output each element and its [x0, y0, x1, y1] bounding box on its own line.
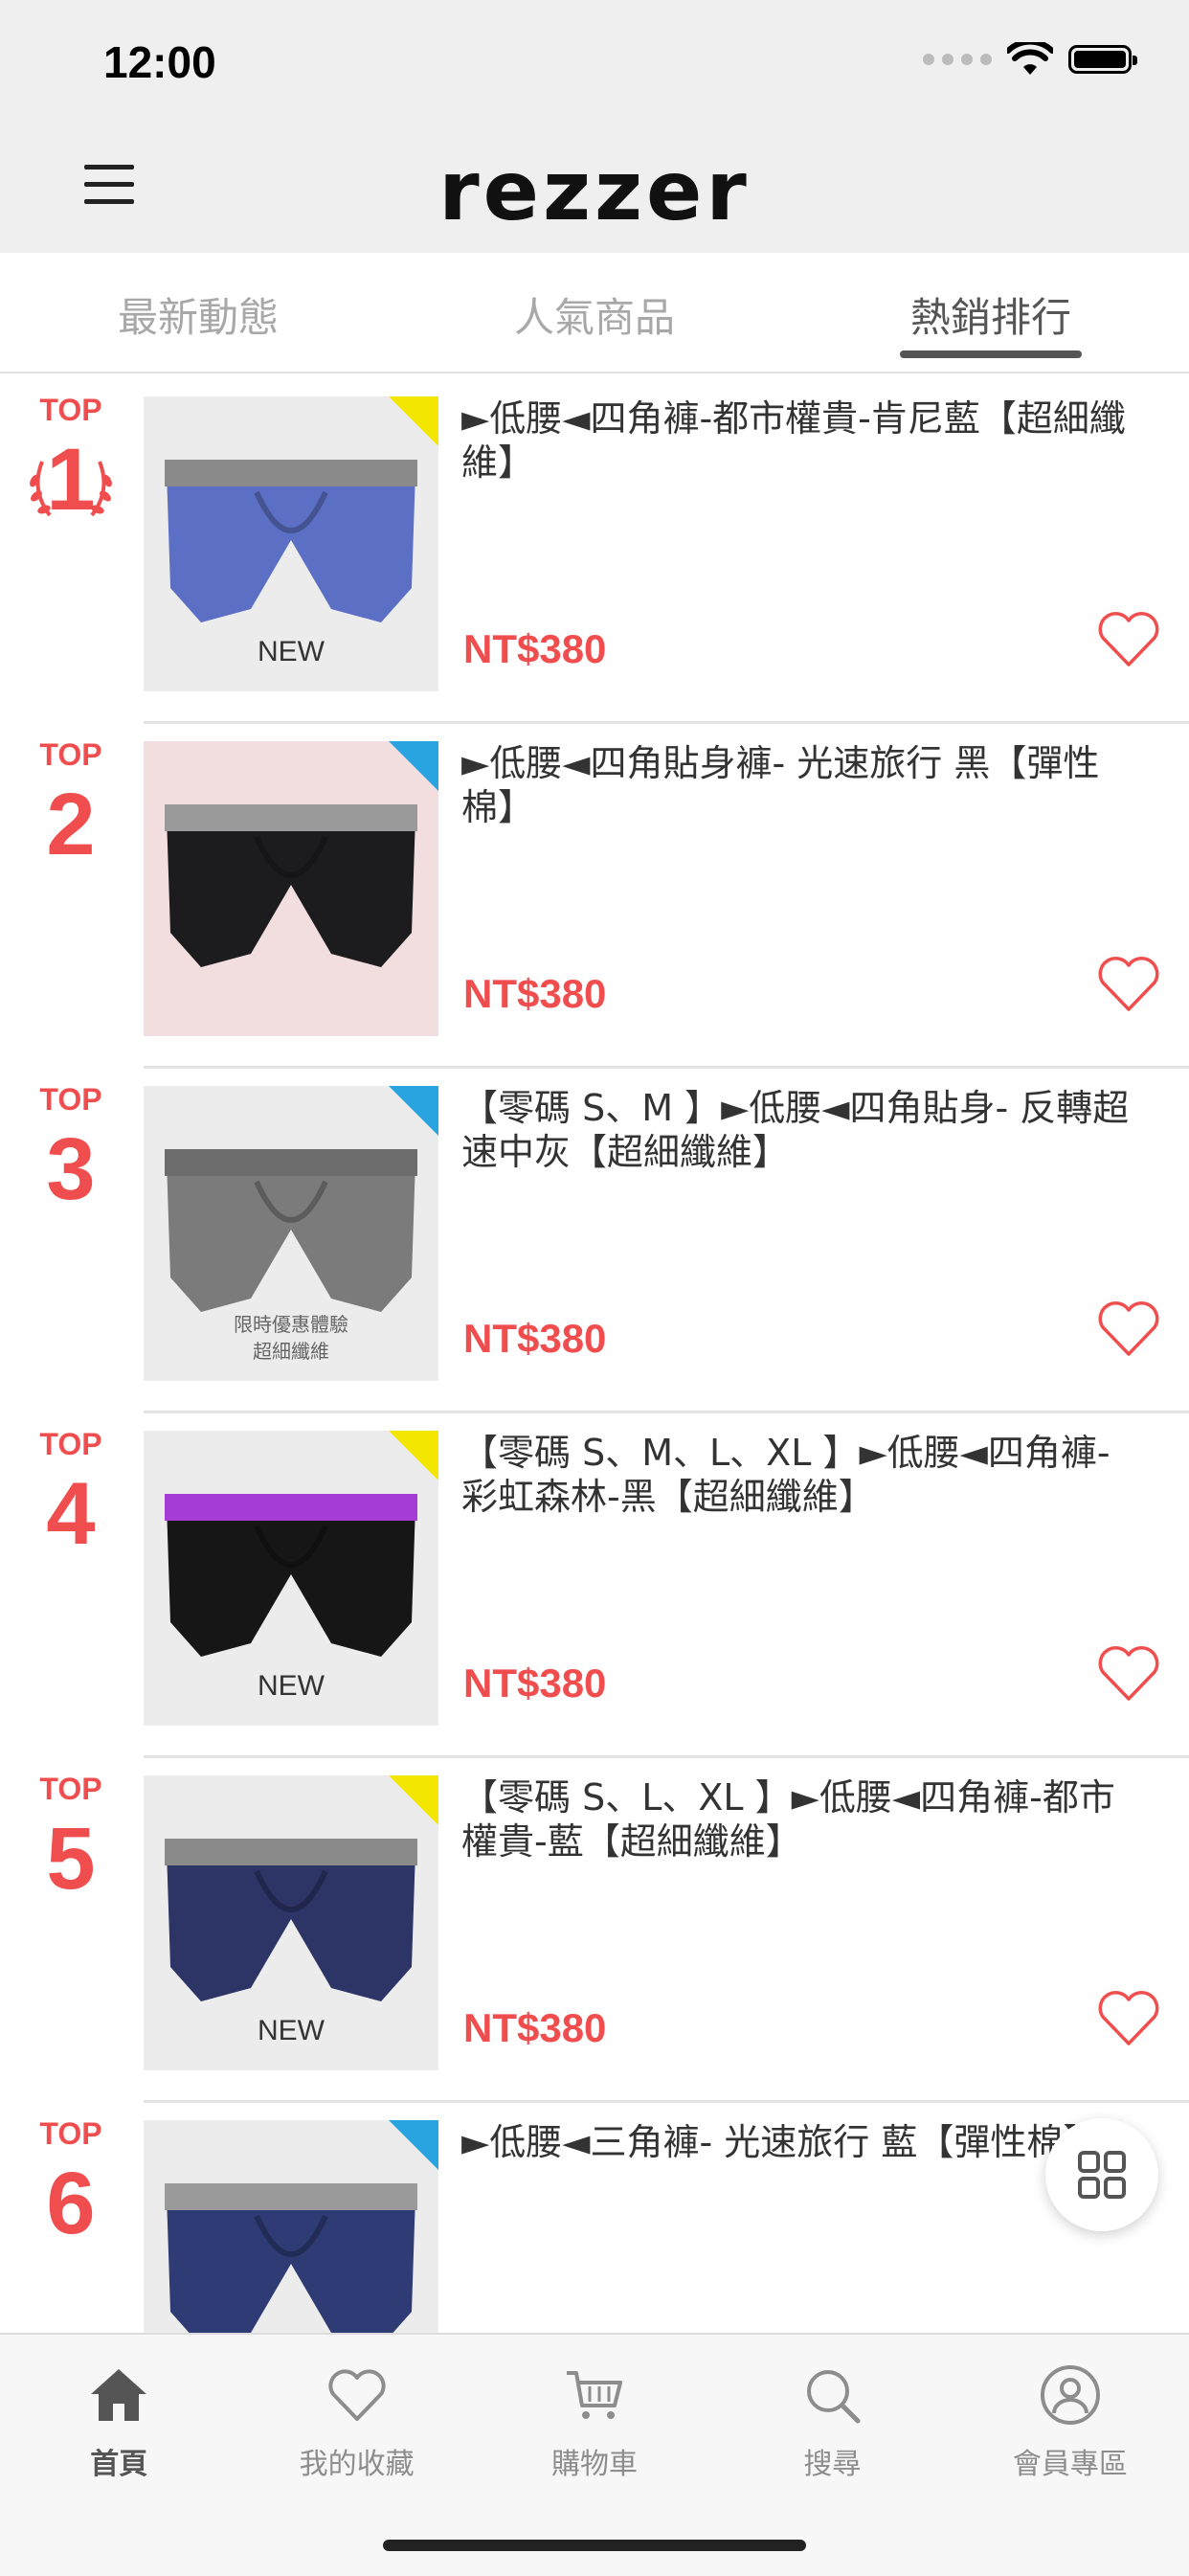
favorite-heart-icon[interactable]: [1095, 609, 1162, 670]
rank-number: 2: [46, 776, 96, 873]
nav-member[interactable]: 會員專區: [952, 2335, 1189, 2482]
home-indicator: [383, 2540, 806, 2551]
grid-icon: [1078, 2151, 1126, 2199]
nav-home[interactable]: 首頁: [0, 2335, 237, 2482]
search-icon: [807, 2370, 861, 2424]
product-title[interactable]: 【零碼 S、M 】►低腰◄四角貼身- 反轉超速中灰【超細纖維】: [461, 1086, 1132, 1174]
rank-badge: TOP 6: [21, 2116, 121, 2251]
favorite-heart-icon[interactable]: [1095, 954, 1162, 1015]
rank-badge: TOP 2: [21, 737, 121, 872]
cart-icon: [567, 2371, 623, 2419]
tab-bestseller[interactable]: 熱銷排行: [793, 253, 1189, 372]
product-title[interactable]: 【零碼 S、L、XL 】►低腰◄四角褲-都市權貴-藍【超細纖維】: [461, 1775, 1132, 1864]
rank-prefix: TOP: [39, 1427, 102, 1461]
rank-badge: TOP 5: [21, 1772, 121, 1907]
nav-search[interactable]: 搜尋: [713, 2335, 951, 2482]
new-badge: NEW: [258, 636, 325, 667]
rank-badge: TOP 1: [21, 393, 121, 528]
bottom-tab-bar: 首頁 我的收藏 購物車 搜尋 會員專區: [0, 2333, 1189, 2576]
signal-icon: [923, 54, 992, 65]
product-image[interactable]: NEW: [144, 396, 438, 691]
user-icon: [1040, 2365, 1100, 2425]
product-row[interactable]: TOP 5 NEW 【零碼 S、L、XL 】►低腰◄四角褲-都市權貴-藍【超細纖…: [0, 1758, 1189, 2103]
rank-number: 3: [46, 1120, 96, 1218]
rank-badge: TOP 3: [21, 1082, 121, 1217]
category-tabs: 最新動態 人氣商品 熱銷排行: [0, 253, 1189, 373]
product-image[interactable]: 限時優惠體驗 超細纖維: [144, 1086, 438, 1381]
product-row[interactable]: TOP 2 ►低腰◄四角貼身褲- 光速旅行 黑【彈性棉】 NT$380: [0, 724, 1189, 1069]
product-image[interactable]: [144, 741, 438, 1036]
nav-cart[interactable]: 購物車: [476, 2335, 713, 2482]
status-time: 12:00: [103, 37, 216, 87]
favorite-heart-icon[interactable]: [1095, 1643, 1162, 1705]
corner-tag: [389, 1431, 438, 1480]
product-list: TOP 1 NEW ►低腰◄四角褲-都市權貴-肯尼藍【超細纖維】 NT$380 …: [0, 379, 1189, 2448]
product-image[interactable]: NEW: [144, 1431, 438, 1726]
rank-badge: TOP 4: [21, 1427, 121, 1562]
laurel-icon: [30, 461, 112, 517]
product-title[interactable]: 【零碼 S、M、L、XL 】►低腰◄四角褲-彩虹森林-黑【超細纖維】: [461, 1431, 1132, 1519]
battery-icon: [1068, 45, 1137, 74]
corner-tag: [389, 2120, 438, 2170]
product-price: NT$380: [463, 971, 607, 1016]
tab-popular[interactable]: 人氣商品: [396, 253, 793, 372]
corner-tag: [389, 396, 438, 446]
nav-favorites-label: 我的收藏: [299, 2448, 415, 2481]
home-icon: [91, 2369, 147, 2421]
product-image[interactable]: NEW: [144, 1775, 438, 2070]
brand-logo: rezzer: [438, 144, 751, 239]
favorite-heart-icon[interactable]: [1095, 1988, 1162, 2049]
nav-favorites[interactable]: 我的收藏: [237, 2335, 475, 2482]
nav-home-label: 首頁: [90, 2448, 148, 2481]
wifi-icon: [1007, 42, 1053, 75]
corner-tag: [389, 1086, 438, 1136]
nav-search-label: 搜尋: [803, 2448, 862, 2481]
rank-number: 6: [46, 2155, 96, 2252]
product-row[interactable]: TOP 4 NEW 【零碼 S、M、L、XL 】►低腰◄四角褲-彩虹森林-黑【超…: [0, 1413, 1189, 1758]
product-title[interactable]: ►低腰◄四角貼身褲- 光速旅行 黑【彈性棉】: [461, 741, 1132, 829]
rank-prefix: TOP: [39, 1082, 102, 1117]
corner-tag: [389, 1775, 438, 1825]
nav-cart-label: 購物車: [551, 2448, 639, 2481]
rank-prefix: TOP: [39, 737, 102, 772]
heart-icon: [328, 2369, 386, 2421]
product-title[interactable]: ►低腰◄三角褲- 光速旅行 藍【彈性棉】: [461, 2120, 1132, 2164]
product-row[interactable]: TOP 3 限時優惠體驗 超細纖維 【零碼 S、M 】►低腰◄四角貼身- 反轉超…: [0, 1069, 1189, 1413]
new-badge: NEW: [258, 1670, 325, 1702]
app-header: 12:00 rezzer: [0, 0, 1189, 253]
status-icons: [923, 42, 1137, 77]
product-price: NT$380: [463, 1661, 607, 1706]
product-price: NT$380: [463, 2005, 607, 2050]
product-price: NT$380: [463, 626, 607, 671]
rank-number: 4: [46, 1465, 96, 1563]
corner-tag: [389, 741, 438, 791]
product-row[interactable]: TOP 1 NEW ►低腰◄四角褲-都市權貴-肯尼藍【超細纖維】 NT$380: [0, 379, 1189, 724]
promo-line: 限時優惠體驗: [234, 1315, 348, 1336]
favorite-heart-icon[interactable]: [1095, 1299, 1162, 1360]
new-badge: NEW: [258, 2015, 325, 2046]
grid-view-button[interactable]: [1045, 2118, 1158, 2231]
product-price: NT$380: [463, 1316, 607, 1361]
tab-latest[interactable]: 最新動態: [0, 253, 396, 372]
product-title[interactable]: ►低腰◄四角褲-都市權貴-肯尼藍【超細纖維】: [461, 396, 1132, 485]
rank-number: 5: [46, 1810, 96, 1908]
rank-prefix: TOP: [39, 2116, 102, 2151]
rank-prefix: TOP: [39, 1772, 102, 1806]
promo-line: 超細纖維: [253, 1342, 329, 1363]
nav-member-label: 會員專區: [1012, 2448, 1128, 2481]
